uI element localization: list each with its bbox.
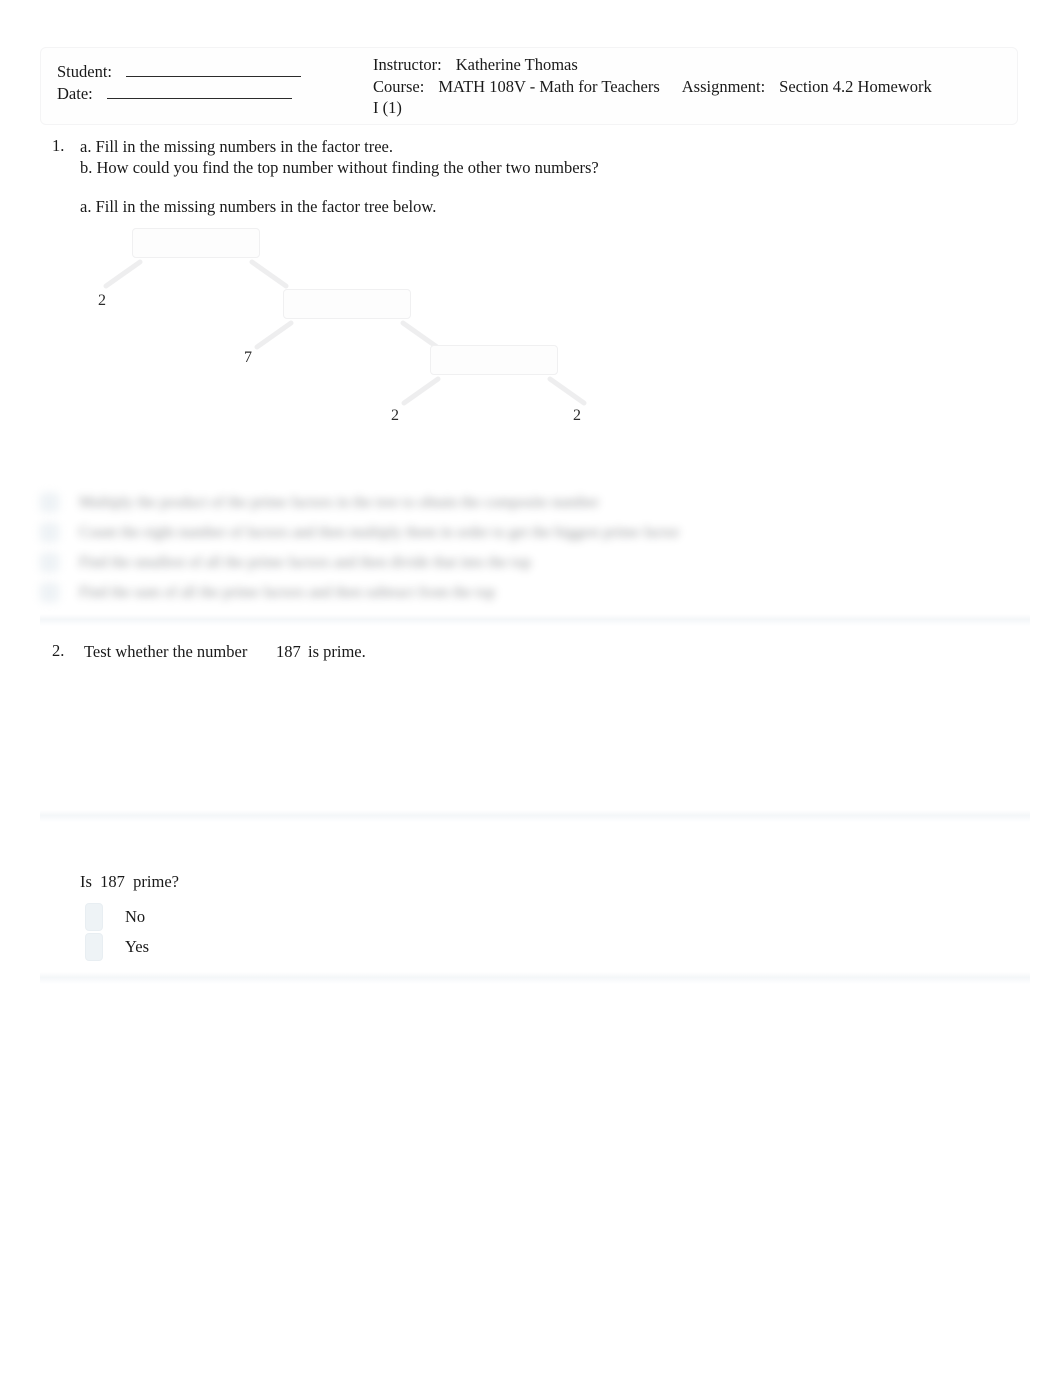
prime-question-prompt: Is 187 prime? [80,872,179,892]
radio-icon[interactable] [85,903,103,931]
header-student-info: Student: Date: [57,61,357,105]
prime-option-no[interactable]: No [85,903,145,931]
course-value: MATH 108V - Math for Teachers [438,76,660,96]
question-2-value: 187 [276,642,301,661]
choice-option-4-label: Find the sum of all the prime factors an… [79,583,496,601]
course-row: Course: MATH 108V - Math for Teachers Assi… [373,76,1003,98]
prime-prompt-suffix: prime? [133,872,179,891]
date-label: Date: [57,84,93,103]
choice-option-2-label: Count the eight number of factors and th… [79,523,680,541]
header-course-info: Instructor: Katherine Thomas Course: MATH … [373,54,1003,119]
prime-option-yes-label: Yes [125,937,150,956]
radio-icon[interactable] [40,523,59,542]
assignment-value-line2: I (1) [373,98,402,117]
factor-tree-input-2[interactable] [283,289,411,319]
prime-option-yes[interactable]: Yes [85,933,149,961]
assignment-row-continued: I (1) [373,97,1003,119]
section-divider-1 [40,614,1030,626]
radio-icon[interactable] [85,933,103,961]
prime-prompt-number: 187 [100,872,125,891]
instructor-label: Instructor: [373,55,442,74]
radio-icon[interactable] [40,493,59,512]
question-1-prompt: a. Fill in the missing numbers in the fa… [80,197,437,216]
student-input-line[interactable] [126,63,302,77]
section-divider-3 [40,972,1030,984]
instructor-row: Instructor: Katherine Thomas [373,54,1003,76]
instructor-value: Katherine Thomas [455,55,578,74]
question-2-number: 2. [52,641,65,660]
factor-tree-leaf-2: 7 [244,349,252,366]
factor-tree-input-1[interactable] [132,228,260,258]
factor-tree-diagram: 2 7 2 2 [80,220,620,440]
choice-option-3-label: Find the smallest of all the prime facto… [79,553,531,571]
factor-tree-leaf-4: 2 [573,407,581,424]
prime-option-no-label: No [125,907,146,926]
date-input-line[interactable] [106,85,292,99]
date-row: Date: [57,83,357,105]
question-1-part-b: b. How could you find the top number wit… [80,158,599,177]
question-1-number: 1. [52,136,65,155]
radio-icon[interactable] [40,583,59,602]
course-label: Course: [373,76,425,96]
choice-option-1-label: Multiply the product of the prime factor… [79,493,599,511]
student-row: Student: [57,61,357,83]
assignment-value: Section 4.2 Homework [779,76,932,96]
question-2-text-before: Test whether the number [84,642,248,661]
radio-icon[interactable] [40,553,59,572]
prime-prompt-prefix: Is [80,872,92,891]
question-2-text-after: is prime. [308,642,366,661]
choice-option-4[interactable]: Find the sum of all the prime factors an… [40,583,495,602]
choice-option-2[interactable]: Count the eight number of factors and th… [40,523,679,542]
question-1b-choice-list[interactable]: Multiply the product of the prime factor… [40,487,1030,607]
factor-tree-input-3[interactable] [430,345,558,375]
factor-tree-leaf-1: 2 [98,292,106,309]
factor-tree-leaf-3: 2 [391,407,399,424]
question-1-part-a: a. Fill in the missing numbers in the fa… [80,137,393,156]
worksheet-header-box: Student: Date: Instructor: Katherine Thom… [40,47,1018,125]
choice-option-3[interactable]: Find the smallest of all the prime facto… [40,553,531,572]
assignment-label: Assignment: [681,76,766,96]
choice-option-1[interactable]: Multiply the product of the prime factor… [40,493,599,512]
section-divider-2 [40,810,1030,822]
student-label: Student: [57,62,113,81]
